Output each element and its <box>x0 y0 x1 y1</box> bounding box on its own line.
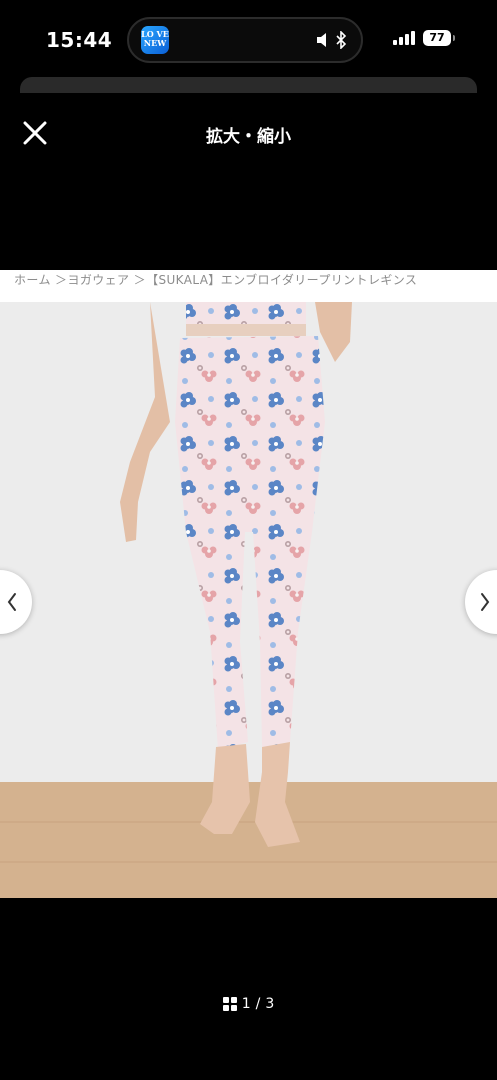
island-status-icons <box>315 31 347 49</box>
status-time: 15:44 <box>46 28 113 52</box>
breadcrumb: ホーム ＞ヨガウェア ＞【SUKALA】エンブロイダリープリントレギンス <box>0 270 497 302</box>
chevron-left-icon <box>7 593 16 611</box>
battery-indicator: 77 <box>423 30 455 46</box>
sheet-background <box>20 77 477 93</box>
product-image-viewer[interactable]: ホーム ＞ヨガウェア ＞【SUKALA】エンブロイダリープリントレギンス <box>0 270 497 898</box>
product-photo[interactable] <box>0 302 497 898</box>
bluetooth-icon <box>336 31 347 49</box>
speaker-icon <box>317 33 326 47</box>
header-title: 拡大・縮小 <box>206 127 291 147</box>
viewer-header: 拡大・縮小 <box>0 100 497 170</box>
next-image-button[interactable] <box>465 570 497 634</box>
pager-separator: / <box>255 996 261 1012</box>
status-bar: 15:44 LO VE NEW 77 <box>0 0 497 80</box>
pager-current: 1 <box>241 996 251 1012</box>
chevron-right-icon <box>481 593 490 611</box>
pager-total: 3 <box>265 996 275 1012</box>
image-pager[interactable]: 1 / 3 <box>0 996 497 1012</box>
app-icon[interactable]: LO VE NEW <box>141 26 169 54</box>
status-right-icons: 77 <box>393 30 455 46</box>
dynamic-island[interactable]: LO VE NEW <box>127 17 363 63</box>
grid-icon[interactable] <box>222 997 237 1011</box>
signal-icon <box>393 31 415 45</box>
previous-image-button[interactable] <box>0 570 32 634</box>
